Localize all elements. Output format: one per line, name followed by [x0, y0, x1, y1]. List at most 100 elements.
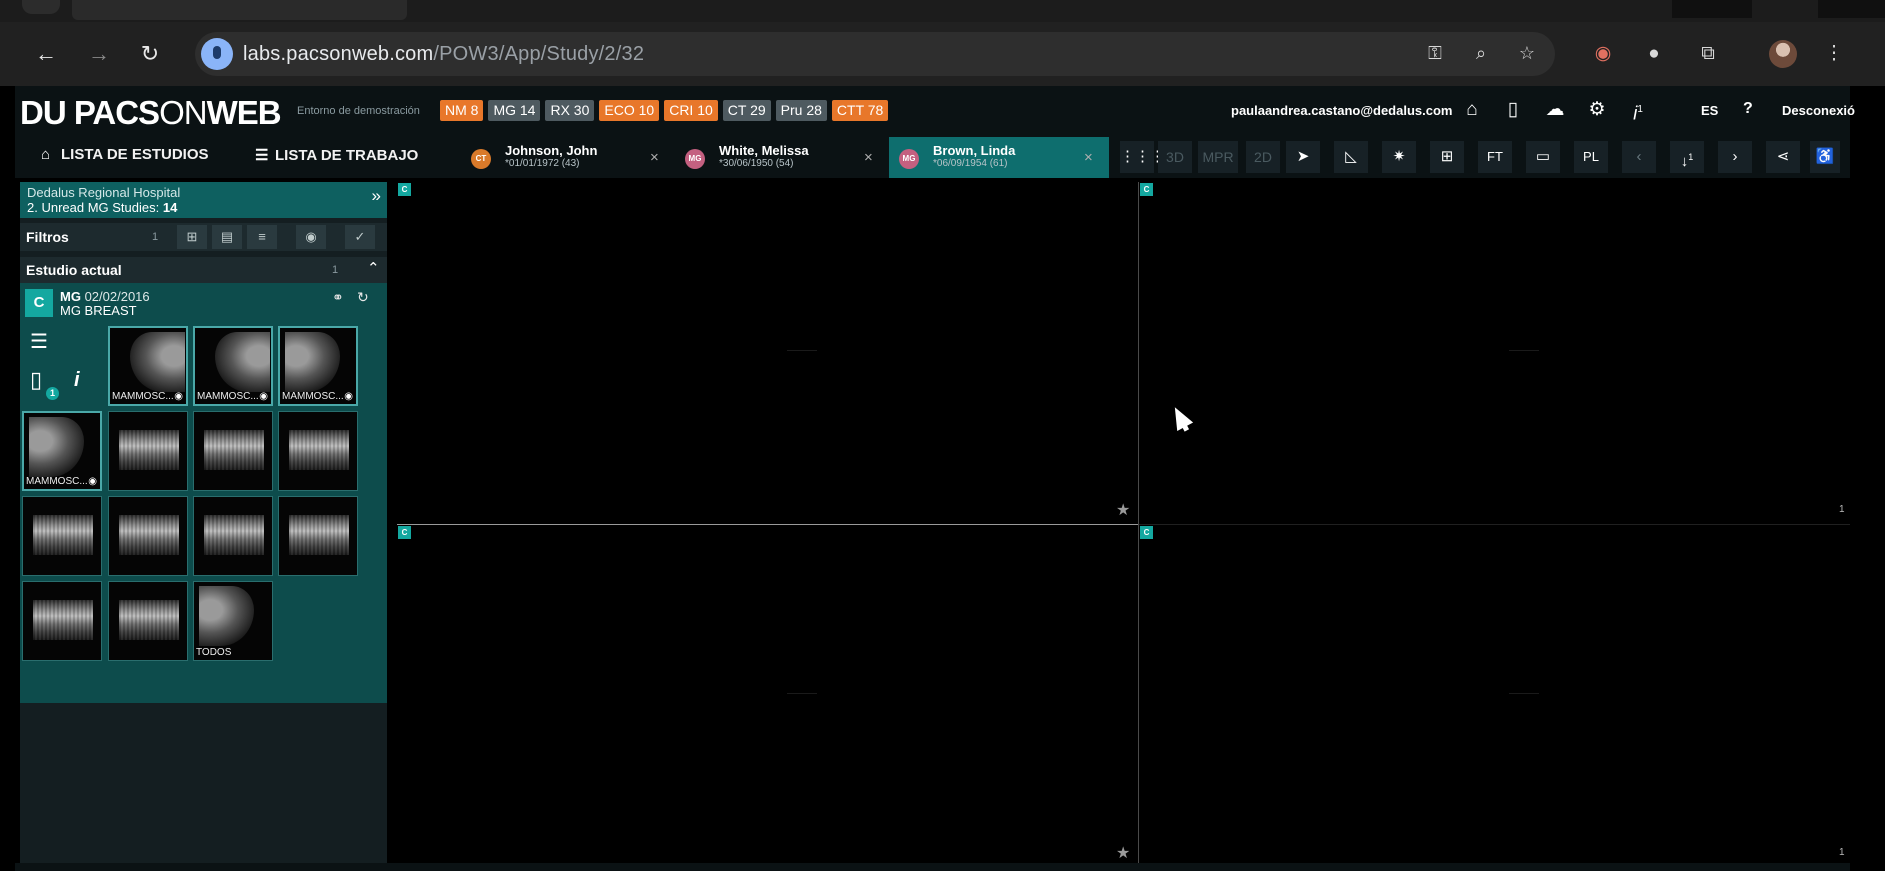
language-selector[interactable]: ES [1701, 103, 1718, 118]
series-thumbnail[interactable] [278, 411, 358, 491]
tab-patient-johnson[interactable]: CT Johnson, John *01/01/1972 (43) × [461, 137, 673, 178]
accessibility-icon[interactable]: ♿ [1810, 141, 1840, 173]
tab-patient-white[interactable]: MG White, Melissa *30/06/1950 (54) × [675, 137, 887, 178]
window-icon[interactable]: ▭ [1526, 141, 1560, 173]
series-thumbnail[interactable]: MAMMOSC... ◉ [108, 326, 188, 406]
address-bar[interactable]: labs.pacsonweb.com/POW3/App/Study/2/32 ⚿… [195, 32, 1555, 76]
check-icon[interactable]: ✓ [345, 225, 375, 249]
badge-nm[interactable]: NM 8 [440, 100, 484, 121]
browser-strip-control[interactable] [1672, 0, 1752, 18]
series-thumbnail[interactable] [108, 496, 188, 576]
camera-icon[interactable]: ◉ [1589, 40, 1617, 68]
viewport-top-right[interactable]: C 1 [1139, 182, 1850, 524]
cloud-upload-icon[interactable]: ☁ [1542, 97, 1568, 123]
home-icon[interactable]: ⌂ [1459, 97, 1485, 123]
close-icon[interactable]: × [650, 149, 659, 166]
chevron-left-icon[interactable]: ‹ [1622, 141, 1656, 173]
badge-rx[interactable]: RX 30 [545, 100, 595, 121]
badge-ct[interactable]: CT 29 [722, 100, 771, 121]
measure-icon[interactable]: ◺ [1334, 141, 1368, 173]
badge-cri[interactable]: CRI 10 [664, 100, 718, 121]
pointer-icon[interactable]: ➤ [1286, 141, 1320, 173]
close-icon[interactable]: × [864, 149, 873, 166]
viewport-top-left[interactable]: C ★ [397, 182, 1138, 524]
filter-list-icon[interactable]: ≡ [247, 225, 277, 249]
tabs-bar: ⌂ LISTA DE ESTUDIOS ☰ LISTA DE TRABAJO CT … [15, 136, 1850, 178]
eye-icon[interactable]: ◉ [174, 391, 183, 402]
puzzle-icon[interactable]: ⧉ [1694, 40, 1722, 68]
star-icon[interactable]: ☆ [1515, 43, 1539, 65]
badge-eco[interactable]: ECO 10 [599, 100, 660, 121]
document-icon[interactable]: ▯ [30, 367, 42, 393]
link-icon[interactable]: ⚭ [332, 289, 344, 306]
series-thumbnail[interactable] [22, 496, 102, 576]
badge-pru[interactable]: Pru 28 [775, 100, 827, 121]
info-icon[interactable]: i [74, 369, 80, 392]
app-header: DU PACSONWEB Entorno de demostración NM … [15, 86, 1855, 136]
series-thumbnail[interactable] [108, 411, 188, 491]
2d-button[interactable]: 2D [1246, 141, 1280, 173]
series-thumbnail[interactable] [278, 496, 358, 576]
series-thumbnail[interactable] [193, 411, 273, 491]
chevron-right-icon[interactable]: › [1718, 141, 1752, 173]
hospital-header[interactable]: Dedalus Regional Hospital 2. Unread MG S… [20, 182, 387, 218]
pl-button[interactable]: PL [1574, 141, 1608, 173]
list-remove-icon[interactable]: ☰ [30, 329, 48, 354]
tab-work-list[interactable]: ☰ LISTA DE TRABAJO [255, 146, 418, 164]
sort-icon[interactable]: ↓1 [1670, 141, 1704, 173]
user-email[interactable]: paulaandrea.castano@dedalus.com [1231, 103, 1452, 118]
series-thumbnail[interactable] [193, 496, 273, 576]
series-thumbnail[interactable]: MAMMOSC... ◉ [22, 411, 102, 491]
key-icon[interactable]: ⚿ [1423, 43, 1447, 65]
gear-icon[interactable]: ⚙ [1584, 97, 1610, 123]
mpr-button[interactable]: MPR [1198, 141, 1238, 173]
reload-icon[interactable]: ↻ [136, 40, 164, 68]
profile-avatar[interactable] [1769, 40, 1797, 68]
series-thumbnail[interactable] [22, 581, 102, 661]
filter-clipboard-icon[interactable]: ▤ [212, 225, 242, 249]
back-arrow-icon[interactable]: ← [32, 40, 60, 68]
double-chevron-right-icon[interactable]: » [372, 186, 381, 206]
viewport-bottom-left[interactable]: C ★ [397, 525, 1138, 867]
badge-ctt[interactable]: CTT 78 [831, 100, 889, 121]
mobile-icon[interactable]: ▯ [1500, 97, 1526, 123]
star-icon[interactable]: ★ [1116, 843, 1130, 863]
browser-tab-pinned[interactable] [22, 0, 60, 14]
layout-icon[interactable]: ⊞ [1430, 141, 1464, 173]
brightness-icon[interactable]: ✷ [1382, 141, 1416, 173]
series-thumbnail[interactable] [108, 581, 188, 661]
current-study-header[interactable]: Estudio actual 1 ⌃ [20, 257, 387, 283]
zoom-icon[interactable]: ⌕ [1469, 43, 1493, 65]
eye-icon[interactable]: ◉ [259, 391, 268, 402]
microphone-icon[interactable]: ● [1640, 40, 1668, 68]
kebab-menu-icon[interactable]: ⋮ [1820, 40, 1848, 68]
forward-arrow-icon[interactable]: → [85, 40, 113, 68]
url-text[interactable]: labs.pacsonweb.com/POW3/App/Study/2/32 [243, 43, 644, 66]
eye-icon[interactable]: ◉ [88, 476, 97, 487]
chevron-up-icon[interactable]: ⌃ [367, 259, 380, 277]
series-thumbnail[interactable]: MAMMOSC... ◉ [278, 326, 358, 406]
eye-icon[interactable]: ◉ [344, 391, 353, 402]
browser-strip-control[interactable] [1818, 0, 1885, 18]
badge-mg[interactable]: MG 14 [488, 100, 541, 121]
filter-grid-icon[interactable]: ⊞ [177, 225, 207, 249]
help-button[interactable]: ? [1743, 100, 1753, 118]
refresh-icon[interactable]: ↻ [357, 289, 369, 306]
all-series-thumbnail[interactable]: TODOS [193, 581, 273, 661]
info-icon[interactable]: i1 [1625, 97, 1651, 124]
tab-study-list[interactable]: ⌂ LISTA DE ESTUDIOS [41, 146, 209, 163]
viewport-bottom-right[interactable]: C 1 [1139, 525, 1850, 867]
close-icon[interactable]: × [1084, 149, 1093, 166]
microphone-icon[interactable] [201, 38, 233, 70]
tab-patient-brown[interactable]: MG Brown, Linda *06/09/1954 (61) × [889, 137, 1109, 178]
grid-layout-icon[interactable]: ⋮⋮⋮ [1120, 141, 1165, 173]
ft-button[interactable]: FT [1478, 141, 1512, 173]
star-icon[interactable]: ★ [1116, 500, 1130, 520]
browser-tab-active[interactable] [72, 0, 407, 20]
eye-icon[interactable]: ◉ [296, 225, 326, 249]
study-item[interactable]: C MG 02/02/2016 MG BREAST ⚭ ↻ ☰ ▯ 1 i MA… [20, 283, 387, 703]
3d-button[interactable]: 3D [1158, 141, 1192, 173]
share-icon[interactable]: ⋖ [1766, 141, 1800, 173]
series-thumbnail[interactable]: MAMMOSC... ◉ [193, 326, 273, 406]
logout-button[interactable]: Desconexió [1782, 103, 1855, 118]
